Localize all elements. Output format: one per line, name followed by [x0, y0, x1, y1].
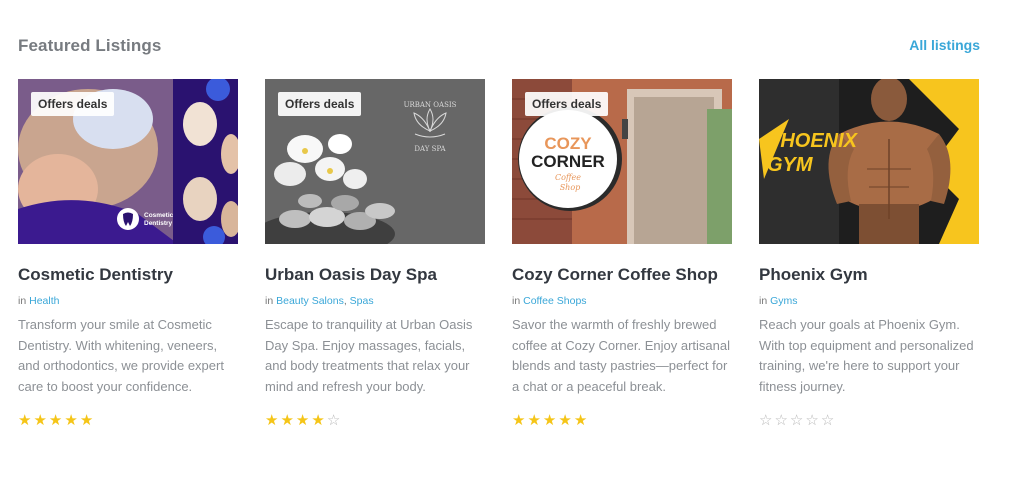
in-label: in — [265, 295, 274, 307]
offers-deals-badge: Offers deals — [525, 92, 609, 116]
listing-card[interactable]: COZY CORNER Coffee Shop Offers deals Coz… — [512, 79, 732, 429]
listing-title[interactable]: Cozy Corner Coffee Shop — [512, 265, 732, 285]
listing-categories: in Coffee Shops — [512, 295, 732, 307]
listing-image[interactable]: Cosmetic Dentistry Offers deals — [18, 79, 238, 244]
offers-deals-badge: Offers deals — [31, 92, 115, 116]
in-label: in — [512, 295, 521, 307]
listing-title[interactable]: Cosmetic Dentistry — [18, 265, 238, 285]
star-icon: ★ — [295, 412, 312, 429]
star-icon: ★ — [265, 412, 281, 429]
star-outline-icon: ☆ — [759, 412, 775, 429]
rating-stars: ★★★★★ — [18, 411, 95, 429]
listing-description: Escape to tranquility at Urban Oasis Day… — [265, 317, 473, 394]
svg-text:Coffee: Coffee — [555, 173, 581, 182]
rating-stars: ★★★★☆ — [265, 411, 342, 429]
star-icon: ★ — [527, 412, 543, 429]
svg-text:COZY: COZY — [544, 134, 592, 153]
star-icon: ★ — [280, 412, 296, 429]
listing-categories: in Gyms — [759, 295, 979, 307]
svg-text:PHOENIX: PHOENIX — [767, 130, 859, 152]
svg-text:URBAN OASIS: URBAN OASIS — [404, 101, 457, 109]
star-icon: ★ — [573, 412, 590, 429]
all-listings-link[interactable]: All listings — [909, 37, 980, 53]
gym-image: PHOENIX GYM — [759, 79, 979, 244]
svg-text:DAY SPA: DAY SPA — [414, 145, 446, 153]
star-outline-icon: ☆ — [326, 412, 343, 429]
star-icon: ★ — [64, 412, 80, 429]
section-header: Featured Listings All listings — [18, 36, 980, 60]
rating-stars: ★★★★★ — [512, 411, 589, 429]
category-link-health[interactable]: Health — [29, 295, 59, 307]
offers-deals-badge: Offers deals — [278, 92, 362, 116]
in-label: in — [18, 295, 27, 307]
star-icon: ★ — [18, 412, 34, 429]
svg-text:Dentistry: Dentistry — [144, 220, 173, 227]
star-outline-icon: ☆ — [820, 412, 837, 429]
svg-text:CORNER: CORNER — [531, 152, 605, 171]
star-outline-icon: ☆ — [789, 412, 806, 429]
svg-text:Shop: Shop — [560, 183, 581, 192]
in-label: in — [759, 295, 768, 307]
section-title: Featured Listings — [18, 36, 162, 55]
svg-text:Cosmetic: Cosmetic — [144, 212, 174, 219]
star-icon: ★ — [33, 412, 49, 429]
listing-image[interactable]: COZY CORNER Coffee Shop Offers deals — [512, 79, 732, 244]
listing-description: Savor the warmth of freshly brewed coffe… — [512, 317, 730, 394]
star-outline-icon: ☆ — [805, 412, 821, 429]
listing-image[interactable]: PHOENIX GYM — [759, 79, 979, 244]
listing-description: Transform your smile at Cosmetic Dentist… — [18, 317, 224, 394]
listing-title[interactable]: Urban Oasis Day Spa — [265, 265, 485, 285]
star-icon: ★ — [542, 412, 559, 429]
rating-stars: ☆☆☆☆☆ — [759, 411, 836, 429]
listing-categories: in Health — [18, 295, 238, 307]
star-icon: ★ — [512, 412, 528, 429]
category-link-gyms[interactable]: Gyms — [770, 295, 797, 307]
category-link-beauty-salons[interactable]: Beauty Salons — [276, 295, 344, 307]
star-icon: ★ — [558, 412, 574, 429]
listing-image[interactable]: URBAN OASIS DAY SPA Offers deals — [265, 79, 485, 244]
listing-card[interactable]: Cosmetic Dentistry Offers deals Cosmetic… — [18, 79, 238, 429]
listing-description: Reach your goals at Phoenix Gym. With to… — [759, 317, 974, 394]
listing-categories: in Beauty Salons, Spas — [265, 295, 374, 307]
star-icon: ★ — [79, 412, 96, 429]
svg-text:GYM: GYM — [767, 154, 814, 176]
listing-title[interactable]: Phoenix Gym — [759, 265, 979, 285]
listing-card[interactable]: PHOENIX GYM Phoenix Gym in Gyms Reach yo… — [759, 79, 979, 429]
star-outline-icon: ☆ — [774, 412, 790, 429]
listing-card[interactable]: URBAN OASIS DAY SPA Offers deals Urban O… — [265, 79, 485, 429]
star-icon: ★ — [311, 412, 327, 429]
star-icon: ★ — [48, 412, 65, 429]
category-link-spas[interactable]: Spas — [350, 295, 374, 307]
category-link-coffee-shops[interactable]: Coffee Shops — [523, 295, 586, 307]
